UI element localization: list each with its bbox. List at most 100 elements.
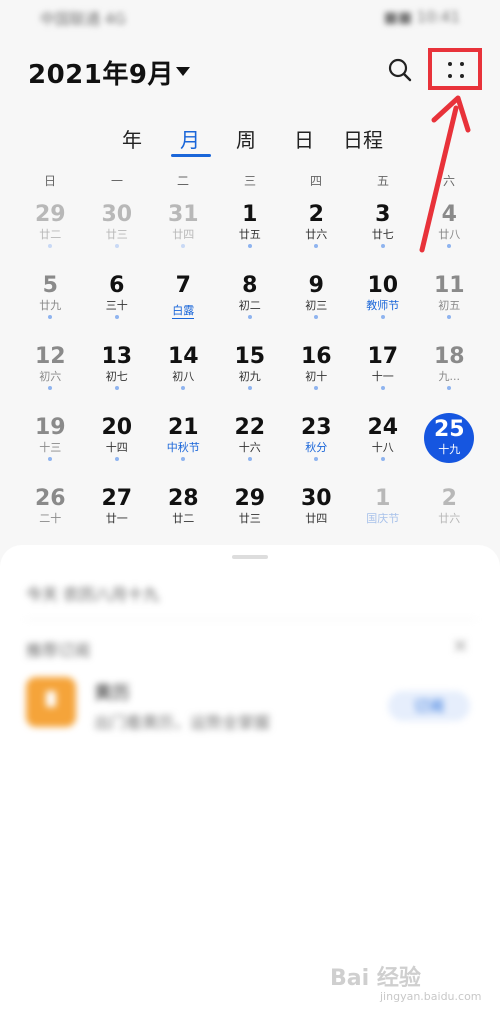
event-dot: [247, 386, 252, 390]
event-dot: [181, 386, 185, 390]
calendar-day-cell[interactable]: 19 十三: [17, 413, 84, 483]
calendar-day-cell[interactable]: 1 国庆节: [350, 484, 417, 554]
calendar-day-cell[interactable]: 11 初五: [416, 271, 483, 341]
calendar-day-cell[interactable]: 29 廿三: [217, 484, 284, 554]
calendar-day-cell[interactable]: 18 九...: [416, 342, 483, 412]
lunar-date: 初五: [438, 299, 461, 312]
calendar-day-cell[interactable]: 8 初二: [217, 271, 284, 341]
day-number: 19: [34, 415, 66, 440]
day-number: 30: [101, 202, 133, 227]
calendar-day-cell[interactable]: 10 教师节: [350, 271, 417, 341]
watermark-logo: Bai 经验: [330, 966, 421, 991]
watermark-url: jingyan.baidu.com: [380, 990, 482, 1003]
calendar-day-cell[interactable]: 23 秋分: [283, 413, 350, 483]
event-dot: [114, 457, 119, 461]
day-number: 21: [167, 415, 199, 440]
recommend-title: 推荐订阅: [26, 641, 91, 660]
calendar-day-cell[interactable]: 21 中秋节: [150, 413, 217, 483]
calendar-day-cell[interactable]: 1 廿五: [217, 200, 284, 270]
calendar-day-cell[interactable]: 7 白露: [150, 271, 217, 341]
day-number: 20: [101, 415, 133, 440]
event-dot: [247, 244, 252, 248]
tab-month[interactable]: 月: [180, 124, 200, 153]
weekday-header: 日 一 二 三 四 五 六: [0, 172, 500, 192]
day-number: 27: [101, 486, 133, 511]
search-icon[interactable]: [386, 56, 414, 84]
calendar-day-cell[interactable]: 14 初八: [150, 342, 217, 412]
lunar-date: 廿八: [438, 228, 461, 241]
calendar-day-cell[interactable]: 30 廿三: [84, 200, 151, 270]
active-tab-indicator: [171, 154, 211, 157]
event-dot: [48, 244, 52, 248]
day-number: 2: [308, 202, 324, 227]
calendar-week-row: 19 十三 20 十四 21 中秋节 22 十六 23 秋分 24 十八 25 十九: [17, 413, 483, 483]
month-selector[interactable]: 2021年9月: [28, 54, 174, 91]
calendar-day-cell[interactable]: 27 廿一: [84, 484, 151, 554]
calendar-day-cell[interactable]: 28 廿二: [150, 484, 217, 554]
day-number: 26: [34, 486, 66, 511]
weekday-label: 三: [243, 174, 256, 188]
calendar-day-cell[interactable]: 29 廿二: [17, 200, 84, 270]
today-lunar-text: 今天 农历八月十九: [26, 585, 160, 604]
calendar-day-today[interactable]: 25 十九: [416, 413, 483, 483]
calendar-day-cell[interactable]: 6 三十: [84, 271, 151, 341]
calendar-day-cell[interactable]: 2 廿六: [283, 200, 350, 270]
calendar-week-row: 29 廿二 30 廿三 31 廿四 1 廿五 2 廿六 3 廿七 4 廿八: [17, 200, 483, 270]
tab-agenda[interactable]: 日程: [343, 124, 383, 153]
calendar-day-cell[interactable]: 22 十六: [217, 413, 284, 483]
day-number: 17: [367, 344, 399, 369]
calendar-day-cell[interactable]: 4 廿八: [416, 200, 483, 270]
calendar-day-cell[interactable]: 12 初六: [17, 342, 84, 412]
weekday-label: 六: [442, 174, 455, 188]
sheet-drag-handle[interactable]: [232, 555, 268, 559]
event-dot: [181, 457, 185, 461]
close-icon[interactable]: ×: [452, 633, 469, 657]
calendar-week-row: 12 初六 13 初七 14 初八 15 初九 16 初十 17 十一 18 九...: [17, 342, 483, 412]
lunar-date: 廿九: [39, 299, 62, 312]
calendar-day-cell[interactable]: 9 初三: [283, 271, 350, 341]
day-number: 7: [175, 273, 191, 298]
lunar-date: 十三: [39, 441, 62, 454]
day-number: 6: [109, 273, 125, 298]
day-number: 24: [367, 415, 399, 440]
calendar-day-cell[interactable]: 20 十四: [84, 413, 151, 483]
tab-week[interactable]: 周: [236, 124, 256, 153]
caret-down-icon[interactable]: [176, 67, 190, 76]
event-dot: [114, 315, 119, 319]
almanac-app-icon[interactable]: [26, 677, 76, 727]
calendar-day-cell[interactable]: 13 初七: [84, 342, 151, 412]
calendar-day-cell[interactable]: 26 二十: [17, 484, 84, 554]
day-number: 13: [101, 344, 133, 369]
day-number: 10: [367, 273, 399, 298]
calendar-day-cell[interactable]: 30 廿四: [283, 484, 350, 554]
lunar-date: 二十: [39, 512, 62, 525]
day-number: 8: [242, 273, 258, 298]
event-dot: [447, 315, 451, 319]
festival-label: 国庆节: [366, 512, 400, 525]
calendar-day-cell[interactable]: 5 廿九: [17, 271, 84, 341]
day-number: 29: [34, 202, 66, 227]
lunar-date: 初八: [172, 370, 195, 383]
app-description: 出门看黄历，运势全掌握: [94, 713, 271, 732]
tab-day[interactable]: 日: [294, 124, 314, 153]
festival-label: 教师节: [366, 299, 400, 312]
carrier-text: 中国联通 4G: [40, 10, 126, 28]
calendar-day-cell[interactable]: 2 廿六: [416, 484, 483, 554]
calendar-day-cell[interactable]: 3 廿七: [350, 200, 417, 270]
more-options-icon[interactable]: [448, 60, 464, 80]
day-number: 12: [34, 344, 66, 369]
calendar-day-cell[interactable]: 15 初九: [217, 342, 284, 412]
tab-year[interactable]: 年: [122, 124, 142, 153]
event-dot: [48, 457, 52, 461]
calendar-day-cell[interactable]: 24 十八: [350, 413, 417, 483]
event-dot: [247, 457, 252, 461]
event-dot: [447, 386, 451, 390]
day-number: 22: [234, 415, 266, 440]
day-number: 30: [300, 486, 332, 511]
calendar-day-cell[interactable]: 17 十一: [350, 342, 417, 412]
status-right-text: ■■ 10:41: [383, 8, 460, 26]
calendar-day-cell[interactable]: 16 初十: [283, 342, 350, 412]
calendar-day-cell[interactable]: 31 廿四: [150, 200, 217, 270]
lunar-date: 廿三: [105, 228, 128, 241]
subscribe-button[interactable]: 订阅: [388, 691, 470, 721]
